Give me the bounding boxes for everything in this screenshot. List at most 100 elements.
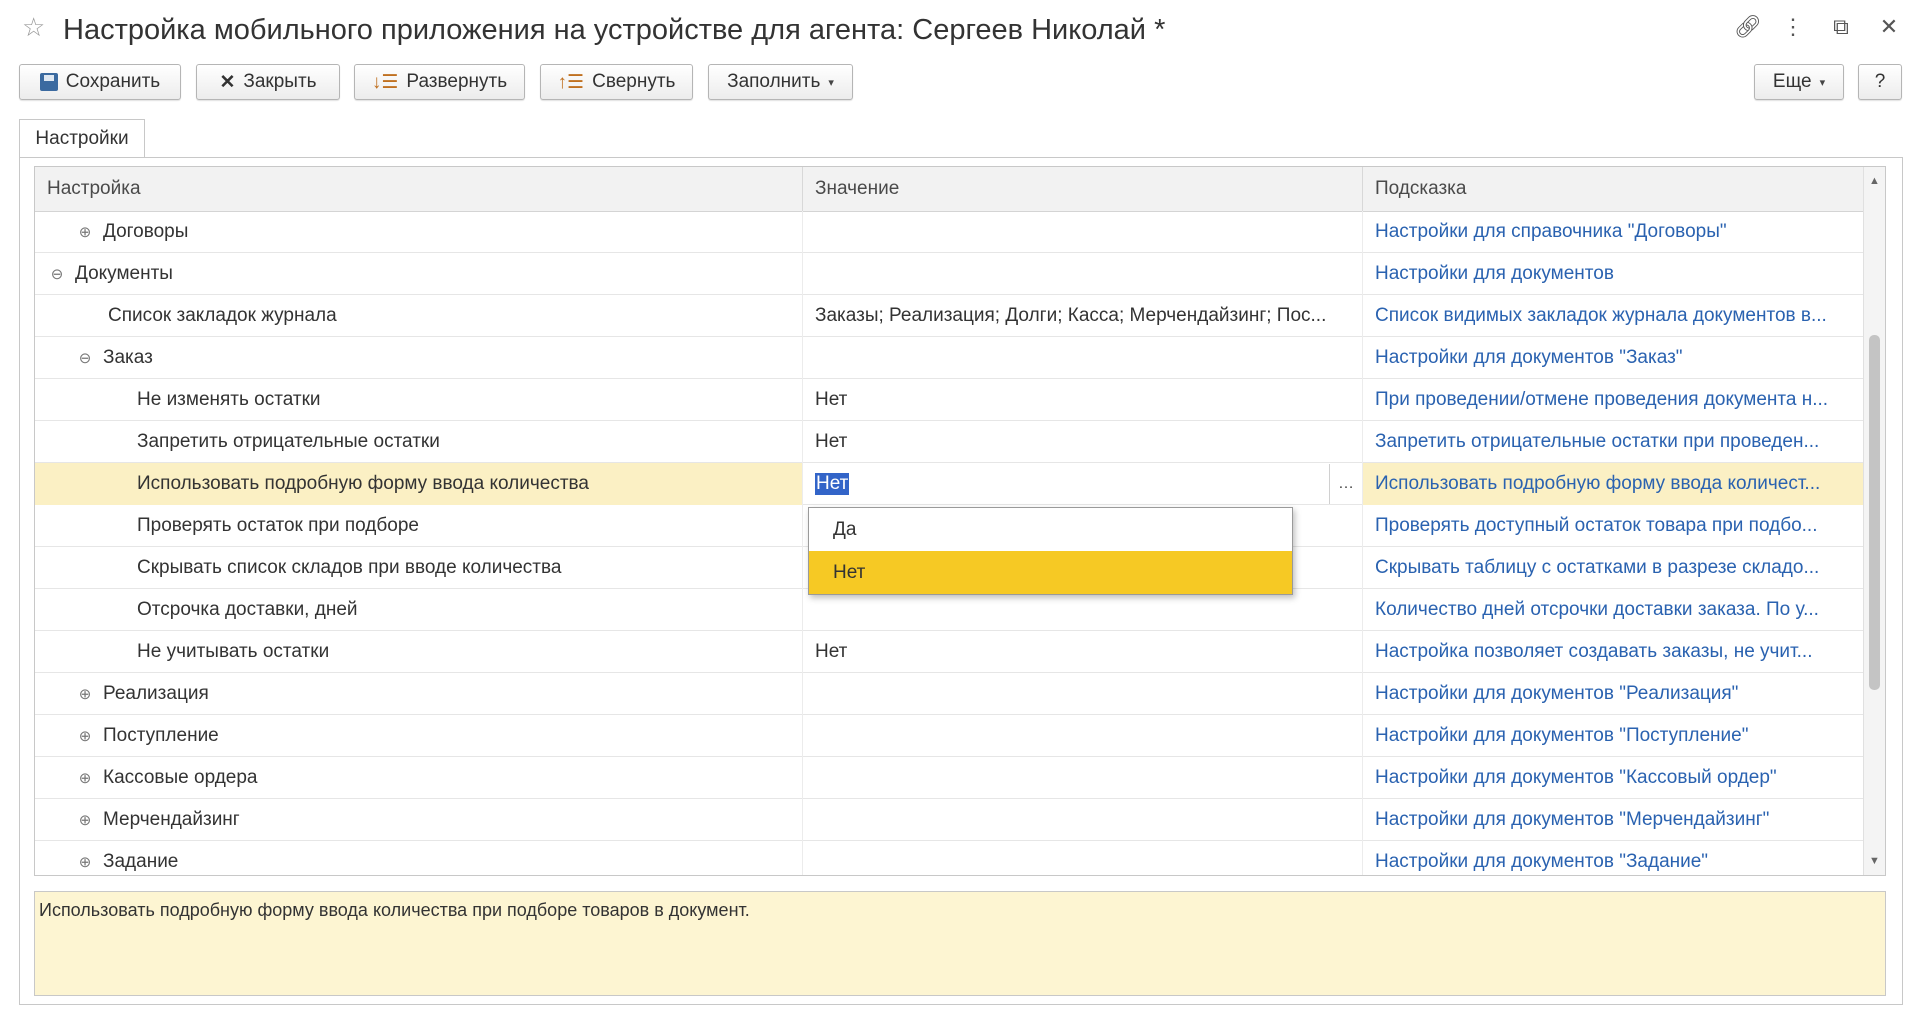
- table-row[interactable]: ⊕ Реализация Настройки для документов "Ре…: [35, 673, 1864, 715]
- table-row[interactable]: Запретить отрицательные остатки Нет Запр…: [35, 421, 1864, 463]
- expand-toggle-icon[interactable]: ⊕: [77, 853, 93, 871]
- close-icon[interactable]: ✕: [1878, 16, 1900, 38]
- setting-name: Договоры: [103, 221, 189, 242]
- window-controls: 🔗︎ ⋮ ⧉ ✕: [1734, 16, 1900, 38]
- toolbar: Сохранить ✕ Закрыть ↓☰ Развернуть ↑☰ Све…: [0, 64, 1920, 104]
- value-input[interactable]: Нет: [815, 473, 850, 495]
- setting-name: Запретить отрицательные остатки: [137, 431, 440, 452]
- table-row[interactable]: Не учитывать остатки Нет Настройка позво…: [35, 631, 1864, 673]
- column-header-value[interactable]: Значение: [803, 167, 1363, 211]
- value-dropdown-list: Да Нет: [808, 507, 1293, 595]
- table-row[interactable]: Не изменять остатки Нет При проведении/о…: [35, 379, 1864, 421]
- table-row[interactable]: ⊕ Договоры Настройки для справочника "Дог…: [35, 211, 1864, 253]
- table-row[interactable]: Отсрочка доставки, дней Количество дней …: [35, 589, 1864, 631]
- setting-hint: При проведении/отмене проведения докумен…: [1375, 389, 1829, 410]
- setting-hint: Настройки для справочника "Договоры": [1375, 221, 1727, 242]
- dropdown-option-yes[interactable]: Да: [809, 508, 1292, 551]
- setting-value[interactable]: Нет: [803, 421, 1363, 463]
- setting-value[interactable]: [803, 211, 1363, 253]
- scroll-down-icon[interactable]: ▼: [1864, 855, 1885, 867]
- setting-hint: Использовать подробную форму ввода колич…: [1363, 463, 1864, 505]
- link-icon[interactable]: 🔗︎: [1734, 16, 1762, 38]
- dropdown-option-no[interactable]: Нет: [809, 551, 1292, 594]
- setting-hint: Настройки для документов "Реализация": [1375, 683, 1739, 704]
- setting-hint: Количество дней отсрочки доставки заказа…: [1375, 599, 1819, 620]
- restore-icon[interactable]: ⧉: [1830, 16, 1852, 38]
- collapse-button-label: Свернуть: [592, 71, 676, 92]
- setting-value[interactable]: [803, 337, 1363, 379]
- setting-hint: Настройка позволяет создавать заказы, не…: [1375, 641, 1813, 662]
- help-button-label: ?: [1874, 71, 1886, 92]
- setting-name: Кассовые ордера: [103, 767, 258, 788]
- more-icon[interactable]: ⋮: [1782, 16, 1804, 38]
- setting-name: Не учитывать остатки: [137, 641, 330, 662]
- close-button[interactable]: ✕ Закрыть: [196, 64, 340, 100]
- more-dropdown-button[interactable]: Еще ▾: [1754, 64, 1844, 100]
- setting-hint: Настройки для документов: [1375, 263, 1614, 284]
- expand-button[interactable]: ↓☰ Развернуть: [354, 64, 525, 100]
- save-button-label: Сохранить: [65, 71, 161, 92]
- tab-settings[interactable]: Настройки: [19, 119, 145, 157]
- setting-name: Мерчендайзинг: [103, 809, 240, 830]
- setting-hint: Настройки для документов "Кассовый ордер…: [1375, 767, 1777, 788]
- help-button[interactable]: ?: [1858, 64, 1902, 100]
- setting-value[interactable]: [803, 673, 1363, 715]
- column-header-hint[interactable]: Подсказка: [1363, 167, 1864, 211]
- star-icon[interactable]: ☆: [22, 14, 45, 40]
- expand-toggle-icon[interactable]: ⊕: [77, 685, 93, 703]
- more-button-label: Еще: [1772, 71, 1812, 92]
- setting-hint: Настройки для документов "Заказ": [1375, 347, 1683, 368]
- vertical-scrollbar[interactable]: ▲ ▼: [1863, 167, 1885, 875]
- collapse-toggle-icon[interactable]: ⊖: [77, 349, 93, 367]
- scroll-up-icon[interactable]: ▲: [1864, 175, 1885, 187]
- table-row[interactable]: ⊕ Задание Настройки для документов "Задан…: [35, 841, 1864, 875]
- setting-name: Список закладок журнала: [108, 305, 337, 326]
- setting-value[interactable]: Нет: [803, 379, 1363, 421]
- setting-name: Заказ: [103, 347, 153, 368]
- expand-toggle-icon[interactable]: ⊕: [77, 769, 93, 787]
- expand-toggle-icon[interactable]: ⊕: [77, 727, 93, 745]
- close-x-icon: ✕: [219, 71, 236, 93]
- scrollbar-thumb[interactable]: [1869, 335, 1880, 690]
- setting-value[interactable]: [803, 757, 1363, 799]
- setting-value[interactable]: [803, 253, 1363, 295]
- setting-value[interactable]: [803, 589, 1363, 631]
- save-icon: [39, 73, 58, 91]
- table-row[interactable]: ⊕ Мерчендайзинг Настройки для документов …: [35, 799, 1864, 841]
- fill-dropdown-button[interactable]: Заполнить ▾: [708, 64, 853, 100]
- column-header-setting[interactable]: Настройка: [35, 167, 803, 211]
- table-row-selected[interactable]: Использовать подробную форму ввода колич…: [35, 463, 1864, 505]
- expand-toggle-icon[interactable]: ⊕: [77, 811, 93, 829]
- setting-value[interactable]: [803, 799, 1363, 841]
- collapse-toggle-icon[interactable]: ⊖: [49, 265, 65, 283]
- table-row[interactable]: ⊕ Поступление Настройки для документов "П…: [35, 715, 1864, 757]
- table-row[interactable]: ⊕ Кассовые ордера Настройки для документо…: [35, 757, 1864, 799]
- setting-value[interactable]: Заказы; Реализация; Долги; Касса; Мерчен…: [803, 295, 1363, 337]
- expand-icon: ↓☰: [371, 71, 399, 93]
- setting-hint: Список видимых закладок журнала документ…: [1375, 305, 1827, 326]
- value-editor[interactable]: Нет …: [803, 463, 1363, 505]
- expand-button-label: Развернуть: [406, 71, 508, 92]
- tab-settings-label: Настройки: [35, 127, 129, 149]
- setting-hint: Запретить отрицательные остатки при пров…: [1375, 431, 1820, 452]
- table-row[interactable]: ⊖ Заказ Настройки для документов "Заказ": [35, 337, 1864, 379]
- window-title: Настройка мобильного приложения на устро…: [63, 14, 1166, 46]
- setting-hint: Проверять доступный остаток товара при п…: [1375, 515, 1818, 536]
- setting-name: Реализация: [103, 683, 209, 704]
- setting-hint: Настройки для документов "Мерчендайзинг": [1375, 809, 1770, 830]
- setting-hint: Скрывать таблицу с остатками в разрезе с…: [1375, 557, 1820, 578]
- expand-toggle-icon[interactable]: ⊕: [77, 223, 93, 241]
- setting-value[interactable]: [803, 841, 1363, 875]
- setting-value[interactable]: Нет: [803, 631, 1363, 673]
- table-row[interactable]: ⊖ Документы Настройки для документов: [35, 253, 1864, 295]
- setting-value[interactable]: [803, 715, 1363, 757]
- collapse-button[interactable]: ↑☰ Свернуть: [540, 64, 693, 100]
- choose-button[interactable]: …: [1329, 464, 1362, 504]
- table-row[interactable]: Список закладок журнала Заказы; Реализац…: [35, 295, 1864, 337]
- table-header: Настройка Значение Подсказка: [35, 167, 1864, 212]
- chevron-down-icon: ▾: [828, 76, 834, 89]
- setting-name: Не изменять остатки: [137, 389, 321, 410]
- setting-hint: Настройки для документов "Поступление": [1375, 725, 1749, 746]
- setting-name: Задание: [103, 851, 179, 872]
- save-button[interactable]: Сохранить: [19, 64, 181, 100]
